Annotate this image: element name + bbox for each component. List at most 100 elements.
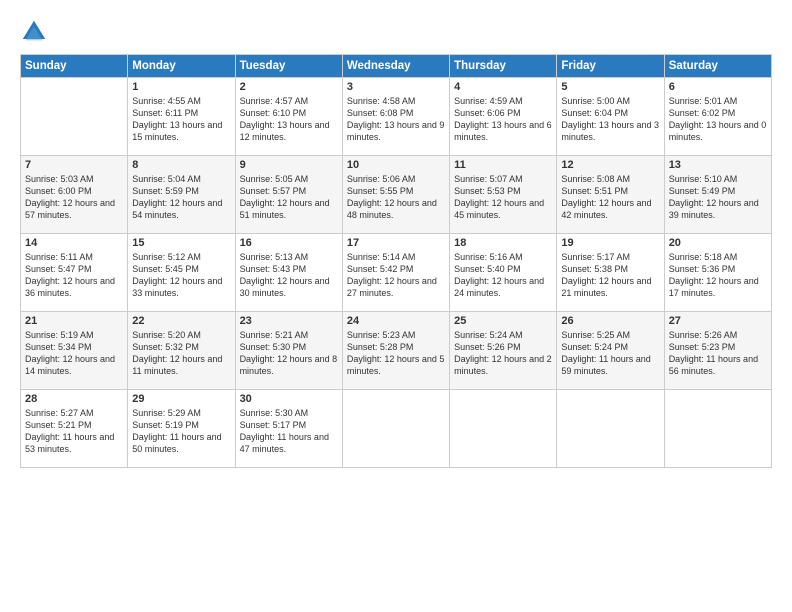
day-info: Sunrise: 4:58 AM Sunset: 6:08 PM Dayligh…	[347, 95, 445, 144]
day-info: Sunrise: 4:55 AM Sunset: 6:11 PM Dayligh…	[132, 95, 230, 144]
day-info: Sunrise: 5:00 AM Sunset: 6:04 PM Dayligh…	[561, 95, 659, 144]
day-cell: 24 Sunrise: 5:23 AM Sunset: 5:28 PM Dayli…	[342, 312, 449, 390]
day-number: 6	[669, 81, 767, 93]
day-number: 19	[561, 237, 659, 249]
day-info: Sunrise: 5:17 AM Sunset: 5:38 PM Dayligh…	[561, 251, 659, 300]
day-info: Sunrise: 5:06 AM Sunset: 5:55 PM Dayligh…	[347, 173, 445, 222]
day-number: 5	[561, 81, 659, 93]
day-info: Sunrise: 5:14 AM Sunset: 5:42 PM Dayligh…	[347, 251, 445, 300]
day-info: Sunrise: 5:05 AM Sunset: 5:57 PM Dayligh…	[240, 173, 338, 222]
day-number: 26	[561, 315, 659, 327]
day-cell	[450, 390, 557, 468]
header-day: Sunday	[21, 55, 128, 78]
day-info: Sunrise: 5:18 AM Sunset: 5:36 PM Dayligh…	[669, 251, 767, 300]
week-row: 28 Sunrise: 5:27 AM Sunset: 5:21 PM Dayli…	[21, 390, 772, 468]
day-cell: 7Sunrise: 5:03 AM Sunset: 6:00 PM Daylig…	[21, 156, 128, 234]
day-number: 24	[347, 315, 445, 327]
day-info: Sunrise: 5:25 AM Sunset: 5:24 PM Dayligh…	[561, 329, 659, 378]
day-cell: 2 Sunrise: 4:57 AM Sunset: 6:10 PM Daylig…	[235, 78, 342, 156]
day-cell	[557, 390, 664, 468]
day-cell: 6 Sunrise: 5:01 AM Sunset: 6:02 PM Daylig…	[664, 78, 771, 156]
day-cell: 9 Sunrise: 5:05 AM Sunset: 5:57 PM Daylig…	[235, 156, 342, 234]
header-day: Tuesday	[235, 55, 342, 78]
day-number: 1	[132, 81, 230, 93]
logo	[20, 18, 52, 46]
day-cell: 16 Sunrise: 5:13 AM Sunset: 5:43 PM Dayli…	[235, 234, 342, 312]
page: SundayMondayTuesdayWednesdayThursdayFrid…	[0, 0, 792, 612]
day-cell: 19 Sunrise: 5:17 AM Sunset: 5:38 PM Dayli…	[557, 234, 664, 312]
day-number: 7	[25, 159, 123, 171]
day-info: Sunrise: 5:11 AM Sunset: 5:47 PM Dayligh…	[25, 251, 123, 300]
header-day: Friday	[557, 55, 664, 78]
day-number: 11	[454, 159, 552, 171]
day-info: Sunrise: 5:24 AM Sunset: 5:26 PM Dayligh…	[454, 329, 552, 378]
day-cell: 13Sunrise: 5:10 AM Sunset: 5:49 PM Dayli…	[664, 156, 771, 234]
day-number: 17	[347, 237, 445, 249]
day-number: 3	[347, 81, 445, 93]
day-cell: 3 Sunrise: 4:58 AM Sunset: 6:08 PM Daylig…	[342, 78, 449, 156]
header-day: Saturday	[664, 55, 771, 78]
week-row: 21 Sunrise: 5:19 AM Sunset: 5:34 PM Dayli…	[21, 312, 772, 390]
day-cell: 17 Sunrise: 5:14 AM Sunset: 5:42 PM Dayli…	[342, 234, 449, 312]
day-info: Sunrise: 5:21 AM Sunset: 5:30 PM Dayligh…	[240, 329, 338, 378]
logo-icon	[20, 18, 48, 46]
day-number: 28	[25, 393, 123, 405]
day-cell: 11 Sunrise: 5:07 AM Sunset: 5:53 PM Dayli…	[450, 156, 557, 234]
day-number: 2	[240, 81, 338, 93]
day-number: 16	[240, 237, 338, 249]
day-info: Sunrise: 5:23 AM Sunset: 5:28 PM Dayligh…	[347, 329, 445, 378]
day-cell: 29 Sunrise: 5:29 AM Sunset: 5:19 PM Dayli…	[128, 390, 235, 468]
day-cell: 18 Sunrise: 5:16 AM Sunset: 5:40 PM Dayli…	[450, 234, 557, 312]
day-cell: 22 Sunrise: 5:20 AM Sunset: 5:32 PM Dayli…	[128, 312, 235, 390]
day-number: 9	[240, 159, 338, 171]
day-number: 21	[25, 315, 123, 327]
week-row: 14 Sunrise: 5:11 AM Sunset: 5:47 PM Dayli…	[21, 234, 772, 312]
day-cell: 14 Sunrise: 5:11 AM Sunset: 5:47 PM Dayli…	[21, 234, 128, 312]
day-info: Sunrise: 5:27 AM Sunset: 5:21 PM Dayligh…	[25, 407, 123, 456]
header-day: Monday	[128, 55, 235, 78]
day-cell: 20 Sunrise: 5:18 AM Sunset: 5:36 PM Dayli…	[664, 234, 771, 312]
header-day: Wednesday	[342, 55, 449, 78]
day-number: 15	[132, 237, 230, 249]
day-number: 18	[454, 237, 552, 249]
week-row: 7Sunrise: 5:03 AM Sunset: 6:00 PM Daylig…	[21, 156, 772, 234]
day-cell: 25 Sunrise: 5:24 AM Sunset: 5:26 PM Dayli…	[450, 312, 557, 390]
week-row: 1 Sunrise: 4:55 AM Sunset: 6:11 PM Daylig…	[21, 78, 772, 156]
day-cell: 28 Sunrise: 5:27 AM Sunset: 5:21 PM Dayli…	[21, 390, 128, 468]
day-cell: 4 Sunrise: 4:59 AM Sunset: 6:06 PM Daylig…	[450, 78, 557, 156]
day-number: 29	[132, 393, 230, 405]
day-cell: 27Sunrise: 5:26 AM Sunset: 5:23 PM Dayli…	[664, 312, 771, 390]
header-day: Thursday	[450, 55, 557, 78]
day-info: Sunrise: 5:01 AM Sunset: 6:02 PM Dayligh…	[669, 95, 767, 144]
day-cell	[21, 78, 128, 156]
day-info: Sunrise: 5:30 AM Sunset: 5:17 PM Dayligh…	[240, 407, 338, 456]
day-number: 8	[132, 159, 230, 171]
day-info: Sunrise: 5:29 AM Sunset: 5:19 PM Dayligh…	[132, 407, 230, 456]
day-number: 23	[240, 315, 338, 327]
header	[20, 18, 772, 46]
day-number: 27	[669, 315, 767, 327]
day-info: Sunrise: 5:19 AM Sunset: 5:34 PM Dayligh…	[25, 329, 123, 378]
day-cell	[664, 390, 771, 468]
day-info: Sunrise: 5:13 AM Sunset: 5:43 PM Dayligh…	[240, 251, 338, 300]
day-info: Sunrise: 4:57 AM Sunset: 6:10 PM Dayligh…	[240, 95, 338, 144]
day-number: 20	[669, 237, 767, 249]
day-cell: 21 Sunrise: 5:19 AM Sunset: 5:34 PM Dayli…	[21, 312, 128, 390]
day-cell: 10 Sunrise: 5:06 AM Sunset: 5:55 PM Dayli…	[342, 156, 449, 234]
day-number: 4	[454, 81, 552, 93]
day-number: 10	[347, 159, 445, 171]
day-info: Sunrise: 5:12 AM Sunset: 5:45 PM Dayligh…	[132, 251, 230, 300]
day-info: Sunrise: 4:59 AM Sunset: 6:06 PM Dayligh…	[454, 95, 552, 144]
day-number: 25	[454, 315, 552, 327]
day-info: Sunrise: 5:08 AM Sunset: 5:51 PM Dayligh…	[561, 173, 659, 222]
day-info: Sunrise: 5:16 AM Sunset: 5:40 PM Dayligh…	[454, 251, 552, 300]
day-cell: 12Sunrise: 5:08 AM Sunset: 5:51 PM Dayli…	[557, 156, 664, 234]
day-cell: 1 Sunrise: 4:55 AM Sunset: 6:11 PM Daylig…	[128, 78, 235, 156]
day-cell: 30 Sunrise: 5:30 AM Sunset: 5:17 PM Dayli…	[235, 390, 342, 468]
day-number: 22	[132, 315, 230, 327]
day-number: 14	[25, 237, 123, 249]
day-info: Sunrise: 5:07 AM Sunset: 5:53 PM Dayligh…	[454, 173, 552, 222]
day-number: 30	[240, 393, 338, 405]
day-cell: 26 Sunrise: 5:25 AM Sunset: 5:24 PM Dayli…	[557, 312, 664, 390]
day-info: Sunrise: 5:20 AM Sunset: 5:32 PM Dayligh…	[132, 329, 230, 378]
